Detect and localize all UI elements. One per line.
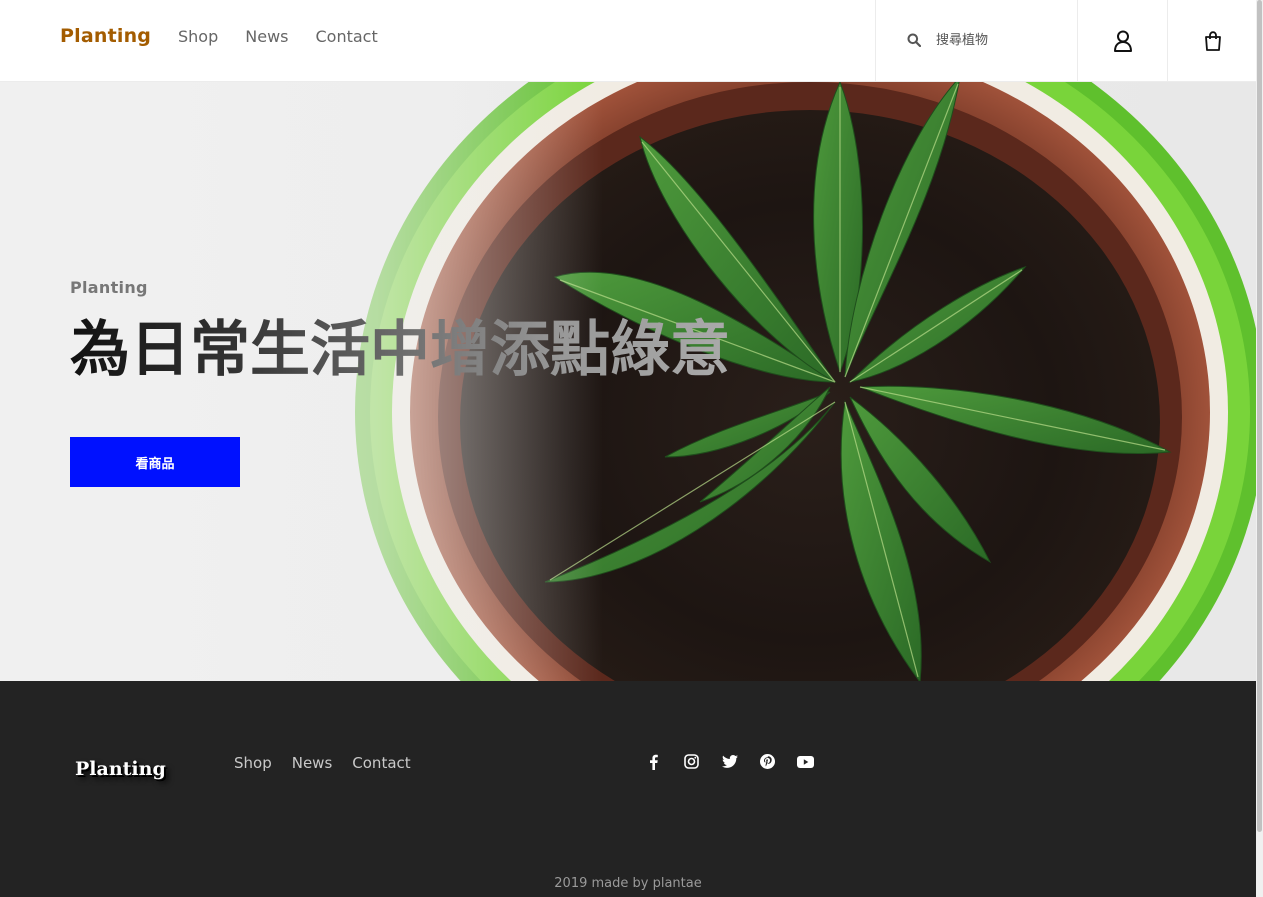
shopping-bag-icon xyxy=(1204,30,1221,51)
footer-link-contact[interactable]: Contact xyxy=(352,754,410,772)
hero-banner: Planting 為日常生活中增添點綠意 看商品 xyxy=(0,82,1256,681)
footer-link-news[interactable]: News xyxy=(292,754,333,772)
view-products-button[interactable]: 看商品 xyxy=(70,437,240,487)
hero-eyebrow: Planting xyxy=(70,278,148,297)
hero-headline: 為日常生活中增添點綠意 xyxy=(70,315,730,385)
site-footer: Planting Shop News Contact 2019 made by … xyxy=(0,681,1256,897)
youtube-icon[interactable] xyxy=(797,753,814,770)
social-links xyxy=(645,753,814,770)
account-button[interactable] xyxy=(1077,0,1167,81)
search-box xyxy=(875,0,1077,81)
twitter-icon[interactable] xyxy=(721,753,738,770)
facebook-icon[interactable] xyxy=(645,753,662,770)
nav-link-shop[interactable]: Shop xyxy=(178,27,218,46)
user-icon xyxy=(1113,30,1132,52)
footer-link-shop[interactable]: Shop xyxy=(234,754,272,772)
site-header: Planting Shop News Contact xyxy=(0,0,1256,82)
footer-logo[interactable]: Planting xyxy=(75,758,166,780)
main-nav: Shop News Contact xyxy=(178,27,405,46)
nav-link-news[interactable]: News xyxy=(245,27,288,46)
cart-button[interactable] xyxy=(1167,0,1257,81)
vertical-scrollbar-thumb[interactable] xyxy=(1257,0,1262,832)
footer-nav: Shop News Contact xyxy=(234,754,431,772)
search-input[interactable] xyxy=(936,28,1068,52)
copyright-text: 2019 made by plantae xyxy=(554,876,702,891)
search-icon[interactable] xyxy=(907,33,921,47)
brand-logo[interactable]: Planting xyxy=(60,25,151,47)
instagram-icon[interactable] xyxy=(683,753,700,770)
pinterest-icon[interactable] xyxy=(759,753,776,770)
nav-link-contact[interactable]: Contact xyxy=(315,27,377,46)
